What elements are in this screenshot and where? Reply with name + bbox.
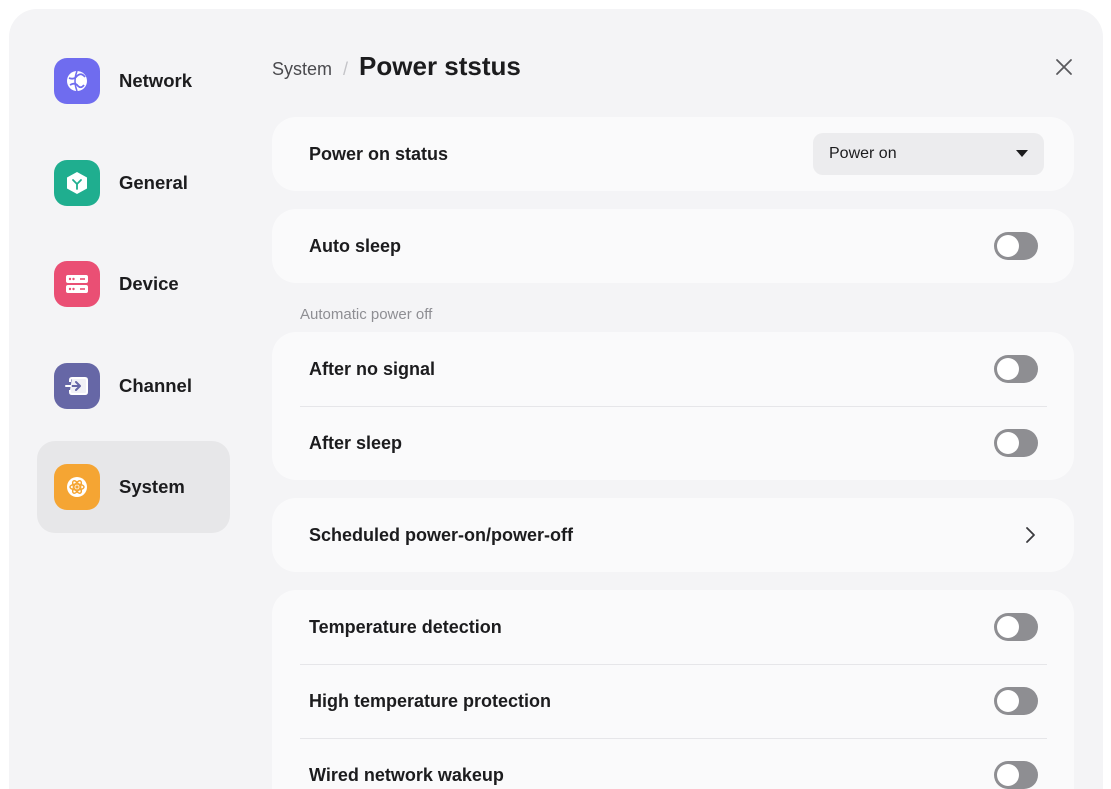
sidebar-item-network[interactable]: Network bbox=[37, 35, 230, 127]
sidebar-item-label: General bbox=[119, 171, 188, 193]
after-sleep-row: After sleep bbox=[272, 406, 1074, 480]
server-icon bbox=[54, 261, 100, 307]
power-on-status-card: Power on status Power on bbox=[272, 117, 1074, 191]
toggle-knob bbox=[997, 358, 1019, 380]
close-button[interactable] bbox=[1052, 55, 1076, 79]
sidebar-item-system[interactable]: System bbox=[37, 441, 230, 533]
high-temperature-protection-row: High temperature protection bbox=[272, 664, 1074, 738]
power-on-status-value: Power on bbox=[829, 145, 897, 162]
toggle-knob bbox=[997, 690, 1019, 712]
high-temperature-protection-label: High temperature protection bbox=[309, 690, 552, 711]
toggle-knob bbox=[997, 616, 1019, 638]
caret-down-icon bbox=[1016, 150, 1028, 157]
after-no-signal-label: After no signal bbox=[309, 358, 436, 379]
auto-sleep-row: Auto sleep bbox=[272, 209, 1074, 283]
temperature-card: Temperature detection High temperature p… bbox=[272, 590, 1074, 789]
breadcrumb-separator: / bbox=[343, 59, 349, 79]
scheduled-card[interactable]: Scheduled power-on/power-off bbox=[272, 498, 1074, 572]
automatic-power-off-card: After no signal After sleep bbox=[272, 332, 1074, 480]
power-on-status-select[interactable]: Power on bbox=[813, 133, 1044, 175]
toggle-knob bbox=[997, 432, 1019, 454]
high-temperature-protection-toggle[interactable] bbox=[994, 687, 1038, 715]
after-sleep-label: After sleep bbox=[309, 432, 403, 453]
sidebar-item-general[interactable]: General bbox=[37, 137, 230, 229]
automatic-power-off-section-label: Automatic power off bbox=[300, 306, 433, 323]
power-on-status-label: Power on status bbox=[309, 143, 449, 164]
after-no-signal-row: After no signal bbox=[272, 332, 1074, 406]
sidebar-item-label: System bbox=[119, 476, 185, 497]
sidebar-item-device[interactable]: Device bbox=[37, 238, 230, 330]
toggle-knob bbox=[997, 235, 1019, 257]
temperature-detection-row: Temperature detection bbox=[272, 590, 1074, 664]
after-sleep-toggle[interactable] bbox=[994, 429, 1038, 457]
toggle-knob bbox=[997, 764, 1019, 786]
power-on-status-row: Power on status Power on bbox=[272, 117, 1074, 191]
sidebar: Network General Device Channel System bbox=[37, 35, 230, 543]
auto-sleep-label: Auto sleep bbox=[309, 235, 402, 256]
temperature-detection-toggle[interactable] bbox=[994, 613, 1038, 641]
sidebar-item-label: Network bbox=[119, 70, 192, 91]
auto-sleep-card: Auto sleep bbox=[272, 209, 1074, 283]
breadcrumb: System / Power ststus bbox=[272, 51, 521, 82]
chevron-right-icon bbox=[1026, 527, 1035, 543]
sidebar-item-channel[interactable]: Channel bbox=[37, 340, 230, 432]
breadcrumb-parent[interactable]: System bbox=[272, 59, 332, 80]
scheduled-label: Scheduled power-on/power-off bbox=[309, 524, 573, 545]
auto-sleep-toggle[interactable] bbox=[994, 232, 1038, 260]
after-no-signal-toggle[interactable] bbox=[994, 355, 1038, 383]
temperature-detection-label: Temperature detection bbox=[309, 616, 502, 637]
settings-window: Network General Device Channel System Sy… bbox=[9, 9, 1103, 789]
page-title: Power ststus bbox=[359, 51, 521, 81]
scheduled-row[interactable]: Scheduled power-on/power-off bbox=[272, 498, 1074, 572]
sidebar-item-label: Device bbox=[119, 273, 179, 294]
wired-network-wakeup-row: Wired network wakeup bbox=[272, 738, 1074, 789]
sidebar-item-label: Channel bbox=[119, 374, 192, 396]
wired-network-wakeup-label: Wired network wakeup bbox=[309, 764, 504, 785]
atom-icon bbox=[54, 464, 100, 510]
wired-network-wakeup-toggle[interactable] bbox=[994, 761, 1038, 789]
cube-icon bbox=[54, 159, 100, 206]
input-icon bbox=[54, 362, 100, 409]
globe-icon bbox=[54, 58, 100, 104]
close-icon bbox=[1056, 59, 1072, 75]
